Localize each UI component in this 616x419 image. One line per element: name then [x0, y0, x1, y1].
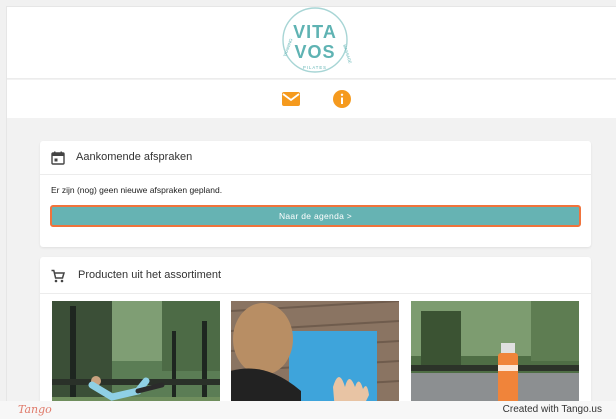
logo-ring-bottom: PILATES [303, 65, 327, 70]
footer: Tango Created with Tango.us [0, 401, 616, 419]
header: VITA VOS TRAINING PILATES MASSAGE [7, 7, 616, 79]
logo-word-bottom: VOS [294, 42, 335, 62]
vitavos-logo[interactable]: VITA VOS TRAINING PILATES MASSAGE [273, 7, 357, 77]
product-image-water-bottle[interactable] [411, 301, 579, 401]
products-card: Producten uit het assortiment [40, 257, 591, 401]
products-card-header: Producten uit het assortiment [40, 257, 591, 294]
appointments-card-header: Aankomende afspraken [40, 141, 591, 175]
calendar-icon [51, 151, 65, 165]
appointments-card: Aankomende afspraken Er zijn (nog) geen … [40, 141, 591, 247]
nav-bar [7, 80, 616, 118]
created-with-text[interactable]: Created with Tango.us [503, 404, 602, 415]
logo-word-top: VITA [293, 22, 337, 42]
info-icon[interactable] [332, 89, 352, 109]
no-appointments-message: Er zijn (nog) geen nieuwe afspraken gepl… [51, 185, 223, 195]
appointments-title: Aankomende afspraken [76, 151, 193, 163]
screenshot-frame: VITA VOS TRAINING PILATES MASSAGE Aankom… [0, 0, 616, 419]
product-image-pilates-park[interactable] [52, 301, 220, 401]
cart-icon [51, 269, 65, 283]
agenda-button[interactable]: Naar de agenda > [50, 205, 581, 227]
products-title: Producten uit het assortiment [78, 269, 222, 281]
app-window: VITA VOS TRAINING PILATES MASSAGE Aankom… [6, 6, 616, 401]
mail-icon[interactable] [281, 89, 301, 109]
product-image-blue-mat[interactable] [231, 301, 399, 401]
tango-logo[interactable]: Tango [18, 403, 52, 416]
